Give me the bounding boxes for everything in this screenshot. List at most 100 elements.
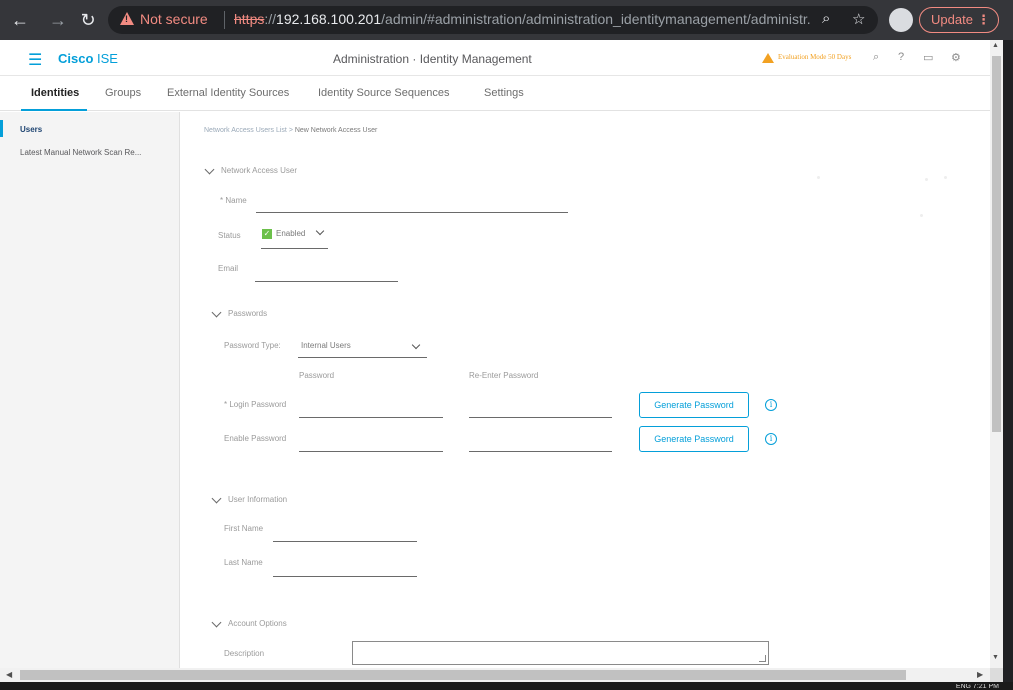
- url-path: /admin/#administration/administration_id…: [381, 11, 812, 27]
- brand-name: Cisco: [58, 51, 94, 66]
- tab-identities[interactable]: Identities: [31, 87, 79, 99]
- window-edge: [1003, 40, 1013, 690]
- scroll-up-icon[interactable]: ▲: [992, 42, 999, 49]
- password-type-label: Password Type:: [224, 341, 281, 350]
- gear-icon[interactable]: ⚙: [951, 51, 961, 64]
- url-host: 192.168.100.201: [276, 11, 382, 27]
- last-name-label: Last Name: [224, 558, 263, 567]
- decorative-dot: [920, 214, 923, 217]
- main-content: Network Access Users List > New Network …: [181, 112, 990, 668]
- password-type-dropdown[interactable]: Internal Users: [298, 337, 427, 358]
- zoom-icon[interactable]: ⌕: [822, 10, 830, 27]
- hamburger-menu-icon[interactable]: ☰: [28, 50, 42, 70]
- breadcrumb-current: New Network Access User: [294, 127, 378, 134]
- last-name-field[interactable]: [273, 562, 417, 577]
- tab-external-identity-sources[interactable]: External Identity Sources: [167, 87, 289, 99]
- generate-password-button[interactable]: Generate Password: [639, 392, 749, 418]
- tab-bar: Identities Groups External Identity Sour…: [0, 77, 990, 111]
- tab-settings[interactable]: Settings: [484, 87, 524, 99]
- section-user-information[interactable]: User Information: [210, 493, 287, 504]
- info-icon[interactable]: i: [765, 399, 777, 411]
- scroll-left-icon[interactable]: ◀: [6, 670, 12, 679]
- update-button[interactable]: Update ⋮: [919, 7, 999, 33]
- horizontal-scrollbar[interactable]: ◀ ▶: [0, 668, 990, 682]
- sidebar-item-users[interactable]: Users: [20, 125, 42, 134]
- forward-arrow-icon[interactable]: →: [46, 8, 70, 32]
- search-icon[interactable]: ⌕: [873, 51, 879, 64]
- menu-dots-icon: ⋮: [977, 12, 990, 27]
- section-account-options[interactable]: Account Options: [210, 617, 287, 628]
- name-field[interactable]: [256, 198, 568, 213]
- scrollbar-corner: [990, 668, 1003, 682]
- update-label: Update: [931, 12, 973, 27]
- sidebar-item-network-scan[interactable]: Latest Manual Network Scan Re...: [20, 148, 141, 157]
- address-bar[interactable]: ! Not secure https://192.168.100.201/adm…: [108, 6, 878, 34]
- enable-password-label: Enable Password: [224, 434, 287, 443]
- help-icon[interactable]: ?: [898, 51, 904, 63]
- decorative-dot: [925, 178, 928, 181]
- chevron-down-icon: [315, 226, 325, 236]
- chevron-down-icon: [211, 307, 222, 318]
- sidebar: Users Latest Manual Network Scan Re...: [0, 112, 180, 668]
- first-name-label: First Name: [224, 524, 264, 533]
- monitor-icon[interactable]: ▭: [923, 51, 933, 64]
- first-name-field[interactable]: [273, 527, 417, 542]
- email-field[interactable]: [255, 267, 398, 282]
- vertical-scroll-thumb[interactable]: [992, 56, 1001, 432]
- info-icon[interactable]: i: [765, 433, 777, 445]
- section-passwords[interactable]: Passwords: [210, 307, 268, 318]
- url-text[interactable]: https://192.168.100.201/admin/#administr…: [234, 11, 812, 27]
- chevron-down-icon: [211, 493, 222, 504]
- enable-password-reenter-field[interactable]: [469, 437, 612, 452]
- section-title: Network Access User: [221, 166, 298, 175]
- taskbar: ENG 7:21 PM: [0, 682, 1013, 690]
- password-type-value: Internal Users: [301, 341, 351, 350]
- browser-toolbar: ← → ↻ ! Not secure https://192.168.100.2…: [0, 0, 1013, 40]
- breadcrumb-separator: >: [288, 127, 293, 134]
- app-viewport: ☰ Cisco ISE Administration · Identity Ma…: [0, 40, 990, 668]
- evaluation-mode-link[interactable]: Evaluation Mode 50 Days: [778, 53, 851, 61]
- description-label: Description: [224, 649, 265, 658]
- login-password-reenter-field[interactable]: [469, 403, 612, 418]
- scroll-down-icon[interactable]: ▼: [992, 654, 999, 661]
- security-status[interactable]: Not secure: [140, 11, 208, 27]
- breadcrumb-link[interactable]: Network Access Users List: [204, 127, 287, 134]
- status-dropdown[interactable]: ✓ Enabled: [261, 226, 328, 249]
- scroll-right-icon[interactable]: ▶: [977, 670, 983, 679]
- reload-icon[interactable]: ↻: [76, 8, 100, 32]
- page-title: Administration · Identity Management: [333, 52, 532, 66]
- checkbox-icon: ✓: [262, 229, 272, 239]
- brand-logo[interactable]: Cisco ISE: [58, 51, 118, 66]
- generate-password-button[interactable]: Generate Password: [639, 426, 749, 452]
- brand-product: ISE: [93, 51, 118, 66]
- breadcrumb: Network Access Users List > New Network …: [204, 127, 377, 134]
- active-tab-indicator: [21, 109, 87, 111]
- warning-icon: [762, 53, 774, 63]
- tab-groups[interactable]: Groups: [105, 87, 141, 99]
- vertical-scrollbar[interactable]: ▲ ▼: [990, 40, 1003, 668]
- section-network-access-user[interactable]: Network Access User: [203, 164, 298, 175]
- email-label: Email: [218, 264, 239, 273]
- section-title: Passwords: [228, 309, 268, 318]
- decorative-dot: [817, 176, 820, 179]
- password-column-label: Password: [299, 371, 335, 380]
- chevron-down-icon: [211, 617, 222, 628]
- description-textarea[interactable]: [352, 641, 769, 665]
- url-scheme: https: [234, 11, 265, 27]
- taskbar-clock: ENG 7:21 PM: [955, 684, 999, 690]
- url-separator: ://: [264, 11, 277, 27]
- enable-password-field[interactable]: [299, 437, 443, 452]
- profile-icon[interactable]: [889, 8, 913, 32]
- tab-identity-source-sequences[interactable]: Identity Source Sequences: [318, 87, 449, 99]
- back-arrow-icon[interactable]: ←: [8, 8, 32, 32]
- status-value: Enabled: [276, 229, 306, 238]
- app-header: ☰ Cisco ISE Administration · Identity Ma…: [0, 40, 990, 76]
- chevron-down-icon: [204, 164, 215, 175]
- active-item-indicator: [0, 120, 3, 137]
- warning-icon: !: [120, 12, 134, 25]
- login-password-field[interactable]: [299, 403, 443, 418]
- horizontal-scroll-thumb[interactable]: [20, 670, 906, 680]
- section-title: Account Options: [228, 619, 287, 628]
- chevron-down-icon: [411, 340, 421, 350]
- star-icon[interactable]: ☆: [852, 10, 865, 28]
